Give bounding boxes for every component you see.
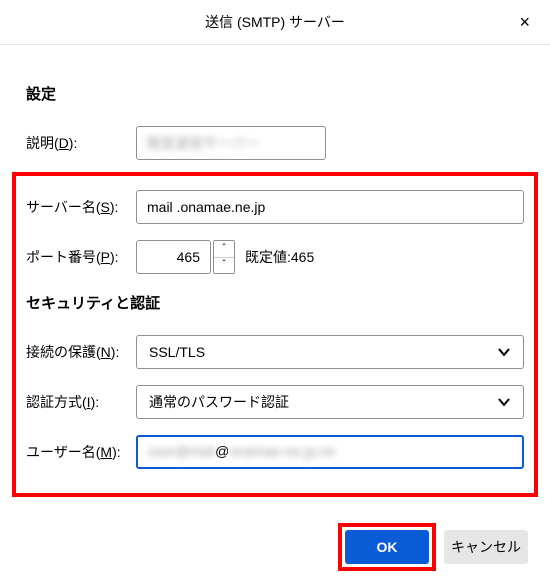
- port-default-label: 既定値:465: [245, 247, 314, 267]
- highlighted-settings-area: サーバー名(S): ポート番号(P): ˆ ˇ 既定値:465 セキュリティと認…: [12, 172, 538, 497]
- auth-row: 認証方式(I): 通常のパスワード認証: [26, 385, 524, 419]
- auth-select[interactable]: 通常のパスワード認証: [136, 385, 524, 419]
- server-input[interactable]: [136, 190, 524, 224]
- port-row: ポート番号(P): ˆ ˇ 既定値:465: [26, 240, 524, 274]
- close-icon: ×: [519, 12, 530, 32]
- security-section-title: セキュリティと認証: [26, 292, 524, 313]
- dialog-body: 設定 説明(D): 既定送信サーバー サーバー名(S): ポート番号(P): ˆ…: [0, 45, 550, 507]
- security-row: 接続の保護(N): SSL/TLS: [26, 335, 524, 369]
- settings-section-title: 設定: [26, 83, 524, 104]
- cancel-button[interactable]: キャンセル: [444, 530, 528, 564]
- username-input[interactable]: user@mail@onamae-ne-jp.ne: [136, 435, 524, 469]
- username-row: ユーザー名(M): user@mail@onamae-ne-jp.ne: [26, 435, 524, 469]
- auth-value: 通常のパスワード認証: [149, 392, 289, 412]
- port-spin-up[interactable]: ˆ: [214, 241, 234, 258]
- description-label: 説明(D):: [26, 133, 136, 153]
- ok-highlight: OK: [338, 523, 436, 571]
- username-label: ユーザー名(M):: [26, 442, 136, 462]
- server-row: サーバー名(S):: [26, 190, 524, 224]
- close-button[interactable]: ×: [513, 10, 536, 35]
- security-value: SSL/TLS: [149, 344, 205, 360]
- port-spinner: ˆ ˇ: [213, 240, 235, 274]
- security-label: 接続の保護(N):: [26, 342, 136, 362]
- server-label: サーバー名(S):: [26, 197, 136, 217]
- auth-label: 認証方式(I):: [26, 392, 136, 412]
- port-input[interactable]: [136, 240, 211, 274]
- chevron-down-icon: [497, 345, 511, 359]
- description-input[interactable]: 既定送信サーバー: [136, 126, 326, 160]
- description-row: 説明(D): 既定送信サーバー: [26, 126, 524, 160]
- ok-button[interactable]: OK: [345, 530, 429, 564]
- port-label: ポート番号(P):: [26, 247, 136, 267]
- dialog-title: 送信 (SMTP) サーバー: [205, 14, 345, 30]
- security-select[interactable]: SSL/TLS: [136, 335, 524, 369]
- chevron-down-icon: [497, 395, 511, 409]
- port-spin-down[interactable]: ˇ: [214, 258, 234, 274]
- dialog-footer: OK キャンセル: [0, 507, 550, 587]
- dialog-header: 送信 (SMTP) サーバー ×: [0, 0, 550, 45]
